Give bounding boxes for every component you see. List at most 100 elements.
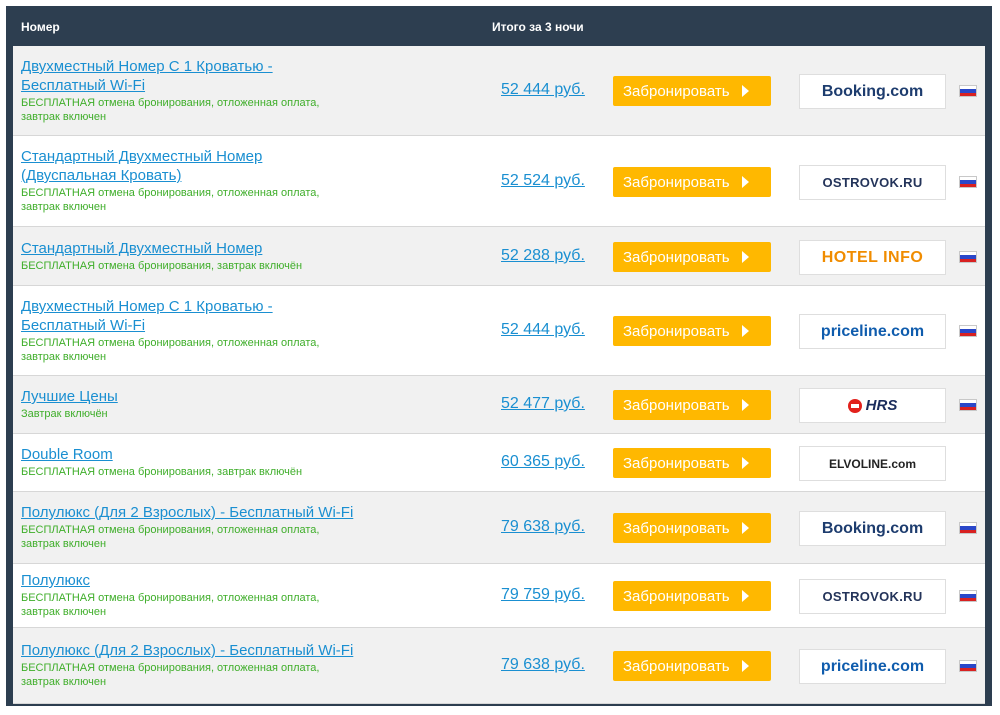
room-name-line: Бесплатный Wi-Fi: [21, 317, 146, 334]
room-cell: Double Room БЕСПЛАТНАЯ отмена бронировани…: [21, 445, 365, 479]
room-conditions-line: Завтрак включён: [21, 408, 108, 420]
russia-flag-icon: [959, 660, 977, 672]
room-name-line: Полулюкс (Для 2 Взрослых) - Бесплатный W…: [21, 504, 354, 521]
play-arrow-icon: [741, 251, 749, 263]
russia-flag-icon: [959, 399, 977, 411]
partner-name: Booking.com: [821, 519, 924, 537]
room-conditions-line: БЕСПЛАТНАЯ отмена бронирования, отложенн…: [21, 592, 320, 604]
hrs-logo[interactable]: HRS: [799, 388, 946, 423]
room-cell: Стандартный Двухместный Номер БЕСПЛАТНАЯ …: [21, 239, 365, 273]
room-conditions-line: завтрак включен: [21, 111, 107, 123]
partner-name: ELVOLINE.com: [828, 456, 917, 471]
book-button-label: Забронировать: [623, 657, 730, 675]
room-conditions-line: БЕСПЛАТНАЯ отмена бронирования, отложенн…: [21, 97, 320, 109]
play-arrow-icon: [741, 325, 749, 337]
booking-logo[interactable]: Booking.com: [799, 511, 946, 546]
play-arrow-icon: [741, 457, 749, 469]
book-button[interactable]: Забронировать: [613, 581, 771, 611]
book-button-label: Забронировать: [623, 454, 730, 472]
room-conditions: БЕСПЛАТНАЯ отмена бронирования, отложенн…: [21, 661, 365, 689]
price-link[interactable]: 52 477 руб.: [501, 395, 585, 413]
room-name-link[interactable]: Полулюкс (Для 2 Взрослых) - Бесплатный W…: [21, 503, 365, 522]
table-row: Двухместный Номер С 1 Кроватью - Бесплатн…: [13, 46, 985, 136]
room-cell: Стандартный Двухместный Номер (Двуспальна…: [21, 147, 365, 214]
room-name-line: Лучшие Цены: [21, 388, 118, 405]
room-name-line: Двухместный Номер С 1 Кроватью -: [21, 58, 273, 75]
partner-name: HOTEL INFO: [821, 248, 924, 266]
room-conditions-line: завтрак включен: [21, 676, 107, 688]
room-conditions-line: завтрак включен: [21, 606, 107, 618]
book-button-label: Забронировать: [623, 248, 730, 266]
room-name-link[interactable]: Полулюкс (Для 2 Взрослых) - Бесплатный W…: [21, 641, 365, 660]
room-conditions: БЕСПЛАТНАЯ отмена бронирования, отложенн…: [21, 591, 365, 619]
room-conditions: Завтрак включён: [21, 407, 365, 421]
price-link[interactable]: 52 444 руб.: [501, 81, 585, 99]
price-link[interactable]: 79 638 руб.: [501, 518, 585, 536]
room-conditions-line: завтрак включен: [21, 538, 107, 550]
table-row: Стандартный Двухместный Номер БЕСПЛАТНАЯ …: [13, 227, 985, 286]
priceline-logo[interactable]: priceline.com: [799, 649, 946, 684]
room-cell: Полулюкс (Для 2 Взрослых) - Бесплатный W…: [21, 503, 365, 551]
russia-flag-icon: [959, 251, 977, 263]
room-name-link[interactable]: Стандартный Двухместный Номер (Двуспальна…: [21, 147, 365, 185]
hotelinfo-logo[interactable]: HOTEL INFO: [799, 240, 946, 275]
price-link[interactable]: 79 759 руб.: [501, 586, 585, 604]
book-button[interactable]: Забронировать: [613, 167, 771, 197]
book-button[interactable]: Забронировать: [613, 316, 771, 346]
price-link[interactable]: 79 638 руб.: [501, 656, 585, 674]
room-name-link[interactable]: Стандартный Двухместный Номер: [21, 239, 365, 258]
price-link[interactable]: 52 524 руб.: [501, 172, 585, 190]
hrs-logo-wrap: HRS: [847, 397, 897, 414]
book-button[interactable]: Забронировать: [613, 448, 771, 478]
partner-name: OSTROVOK.RU: [822, 175, 923, 190]
table-row: Двухместный Номер С 1 Кроватью - Бесплатн…: [13, 286, 985, 376]
room-name-line: Бесплатный Wi-Fi: [21, 77, 146, 94]
offers-table: Номер Итого за 3 ночи Двухместный Номер …: [6, 6, 992, 706]
russia-flag-icon: [959, 85, 977, 97]
room-name-line: Полулюкс: [21, 572, 90, 589]
table-row: Полулюкс (Для 2 Взрослых) - Бесплатный W…: [13, 492, 985, 564]
book-button-label: Забронировать: [623, 82, 730, 100]
room-conditions-line: БЕСПЛАТНАЯ отмена бронирования, отложенн…: [21, 187, 320, 199]
book-button-label: Забронировать: [623, 322, 730, 340]
book-button[interactable]: Забронировать: [613, 651, 771, 681]
header-total: Итого за 3 ночи: [492, 20, 584, 34]
book-button-label: Забронировать: [623, 173, 730, 191]
book-button[interactable]: Забронировать: [613, 390, 771, 420]
room-name-link[interactable]: Двухместный Номер С 1 Кроватью - Бесплатн…: [21, 57, 365, 95]
room-conditions-line: БЕСПЛАТНАЯ отмена бронирования, завтрак …: [21, 260, 303, 272]
room-conditions-line: БЕСПЛАТНАЯ отмена бронирования, отложенн…: [21, 662, 320, 674]
booking-logo[interactable]: Booking.com: [799, 74, 946, 109]
partner-name: Booking.com: [821, 82, 924, 100]
priceline-logo[interactable]: priceline.com: [799, 314, 946, 349]
play-arrow-icon: [741, 176, 749, 188]
book-button[interactable]: Забронировать: [613, 513, 771, 543]
table-row: Double Room БЕСПЛАТНАЯ отмена бронировани…: [13, 434, 985, 492]
room-name-link[interactable]: Полулюкс: [21, 571, 365, 590]
ostrovok-logo[interactable]: OSTROVOK.RU: [799, 579, 946, 614]
room-name-line: (Двуспальная Кровать): [21, 167, 182, 184]
play-arrow-icon: [741, 590, 749, 602]
book-button-label: Забронировать: [623, 519, 730, 537]
price-link[interactable]: 52 444 руб.: [501, 321, 585, 339]
hrs-emblem-icon: [847, 398, 862, 413]
room-name-link[interactable]: Double Room: [21, 445, 365, 464]
elvoline-logo[interactable]: ELVOLINE.com: [799, 446, 946, 481]
room-conditions-line: БЕСПЛАТНАЯ отмена бронирования, завтрак …: [21, 466, 303, 478]
price-link[interactable]: 60 365 руб.: [501, 453, 585, 471]
room-name-link[interactable]: Двухместный Номер С 1 Кроватью - Бесплатн…: [21, 297, 365, 335]
table-header: Номер Итого за 3 ночи: [6, 6, 992, 46]
room-conditions: БЕСПЛАТНАЯ отмена бронирования, отложенн…: [21, 336, 365, 364]
book-button[interactable]: Забронировать: [613, 242, 771, 272]
price-link[interactable]: 52 288 руб.: [501, 247, 585, 265]
room-cell: Полулюкс (Для 2 Взрослых) - Бесплатный W…: [21, 641, 365, 689]
ostrovok-logo[interactable]: OSTROVOK.RU: [799, 165, 946, 200]
book-button[interactable]: Забронировать: [613, 76, 771, 106]
room-conditions: БЕСПЛАТНАЯ отмена бронирования, отложенн…: [21, 523, 365, 551]
room-conditions: БЕСПЛАТНАЯ отмена бронирования, отложенн…: [21, 186, 365, 214]
room-name-link[interactable]: Лучшие Цены: [21, 387, 365, 406]
room-name-line: Двухместный Номер С 1 Кроватью -: [21, 298, 273, 315]
russia-flag-icon: [959, 590, 977, 602]
partner-name: priceline.com: [820, 657, 925, 675]
table-row: Лучшие Цены Завтрак включён 52 477 руб. Заб…: [13, 376, 985, 434]
